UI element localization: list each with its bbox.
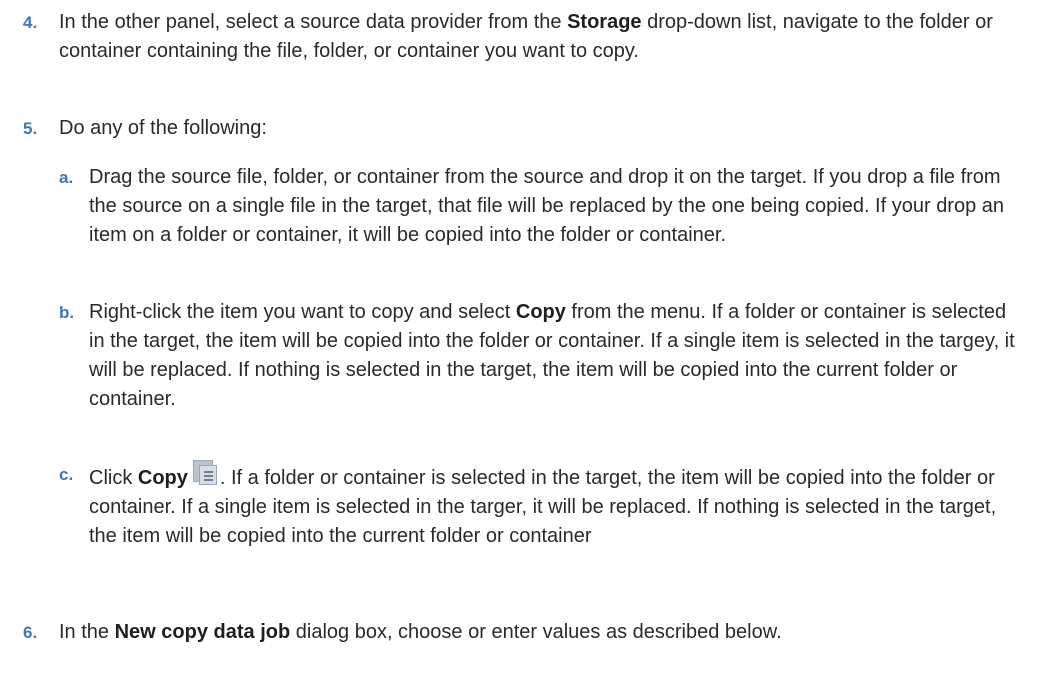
step-text-part: dialog box, choose or enter values as de… [290, 621, 782, 643]
ui-term-copy: Copy [515, 301, 566, 323]
substep-text: Click Copy. If a folder or container is … [89, 460, 1024, 551]
ui-term-storage: Storage [567, 11, 642, 33]
step-number: 4. [23, 13, 38, 32]
copy-icon [191, 460, 219, 486]
step-text-part: In the other panel, select a source data… [59, 11, 568, 33]
substep-text-part: Click [89, 467, 138, 489]
ui-term-new-copy-data-job: New copy data job [114, 621, 291, 643]
substep-letter: a. [59, 168, 74, 187]
substep-letter: c. [59, 465, 74, 484]
substep-text: Drag the source file, folder, or contain… [89, 166, 1005, 246]
step-number: 5. [23, 119, 38, 138]
ui-term-copy: Copy [137, 467, 188, 489]
step-text: Do any of the following: [59, 117, 267, 139]
substep-text-part: Right-click the item you want to copy an… [89, 301, 516, 323]
substep-text-part: . If a folder or container is selected i… [89, 467, 997, 547]
step-number: 6. [23, 623, 38, 642]
step-text-part: In the [59, 621, 115, 643]
substep-letter: b. [59, 303, 75, 322]
step-text: In the New copy data job dialog box, cho… [59, 618, 1029, 647]
step-text: In the other panel, select a source data… [59, 8, 1029, 66]
substep-text: Right-click the item you want to copy an… [89, 298, 1024, 414]
